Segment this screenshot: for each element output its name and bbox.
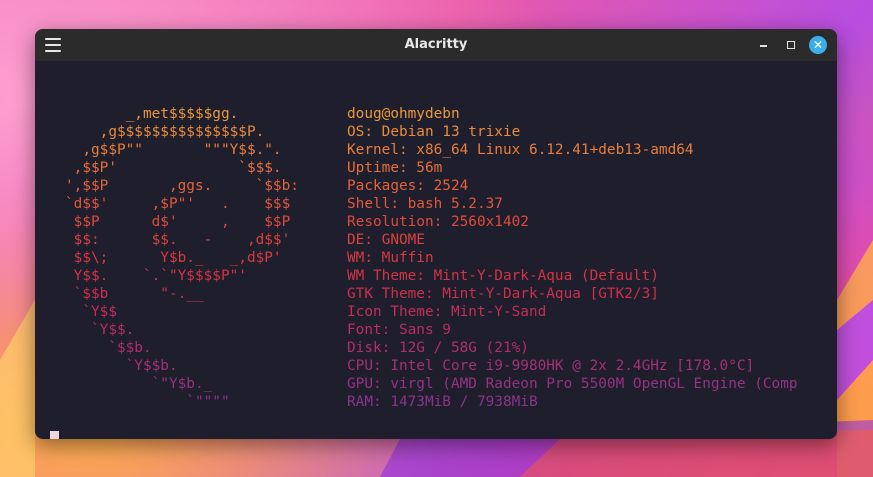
logo-line: ',$$P ,ggs. `$$b: — [65, 178, 299, 194]
hamburger-menu-icon[interactable] — [45, 38, 61, 52]
logo-line: $$P d$' , $$P — [65, 214, 291, 230]
terminal-area[interactable]: _,met$$$$$gg. ,g$$$$$$$$$$$$$$$P. ,g$$P"… — [35, 61, 837, 439]
titlebar[interactable]: Alacritty ✕ — [35, 29, 837, 61]
logo-line: `"Y$b._ — [65, 376, 213, 392]
info-line: WM Theme: Mint-Y-Dark-Aqua (Default) — [347, 268, 659, 284]
close-button[interactable]: ✕ — [809, 36, 827, 54]
info-line: GTK Theme: Mint-Y-Dark-Aqua [GTK2/3] — [347, 286, 659, 302]
window-title: Alacritty — [404, 37, 468, 52]
maximize-icon — [787, 41, 795, 49]
logo-line: `d$$' ,$P"' . $$$ — [65, 196, 291, 212]
logo-line: `Y$$ — [65, 304, 117, 320]
maximize-button[interactable] — [783, 37, 799, 53]
info-line: OS: Debian 13 trixie — [347, 124, 521, 140]
logo-line: `$$b "-.__ — [65, 286, 204, 302]
info-line: Font: Sans 9 — [347, 322, 451, 338]
info-line: GPU: virgl (AMD Radeon Pro 5500M OpenGL … — [347, 376, 798, 392]
minimize-button[interactable] — [756, 37, 772, 53]
info-line: Packages: 2524 — [347, 178, 469, 194]
close-icon: ✕ — [812, 38, 824, 52]
info-line: Disk: 12G / 58G (21%) — [347, 340, 529, 356]
info-line: WM: Muffin — [347, 250, 434, 266]
logo-line: $$: $$. - ,d$$' — [65, 232, 291, 248]
info-line: Uptime: 56m — [347, 160, 443, 176]
logo-line: `"""" — [65, 394, 230, 410]
info-line: Kernel: x86_64 Linux 6.12.41+deb13-amd64 — [347, 142, 694, 158]
logo-line: ,g$$P"" """Y$$.". — [65, 142, 282, 158]
logo-line: `$$b. — [65, 340, 152, 356]
info-line: DE: GNOME — [347, 232, 425, 248]
info-line: doug@ohmydebn — [347, 106, 460, 122]
terminal-window: Alacritty ✕ _,met$$$$$gg. ,g$$$$$$$$$$$$… — [35, 29, 837, 439]
info-line: CPU: Intel Core i9-9980HK @ 2x 2.4GHz [1… — [347, 358, 755, 374]
logo-line: _,met$$$$$gg. — [65, 106, 239, 122]
info-line: Icon Theme: Mint-Y-Sand — [347, 304, 547, 320]
info-line: Resolution: 2560x1402 — [347, 214, 529, 230]
logo-line: `Y$$. — [65, 322, 135, 338]
system-info-block: doug@ohmydebn OS: Debian 13 trixie Kernel:… — [347, 105, 798, 411]
info-line: Shell: bash 5.2.37 — [347, 196, 503, 212]
terminal-cursor — [50, 431, 59, 439]
logo-line: $$\; Y$b._ _,d$P' — [65, 250, 282, 266]
minimize-icon — [760, 45, 767, 47]
logo-line: ,$$P' `$$$. — [65, 160, 282, 176]
logo-line: ,g$$$$$$$$$$$$$$$P. — [65, 124, 265, 140]
debian-ascii-logo: _,met$$$$$gg. ,g$$$$$$$$$$$$$$$P. ,g$$P"… — [65, 105, 299, 411]
logo-line: `Y$$b. — [65, 358, 178, 374]
logo-line: Y$$. `.`"Y$$$$P"' — [65, 268, 247, 284]
info-line: RAM: 1473MiB / 7938MiB — [347, 394, 538, 410]
